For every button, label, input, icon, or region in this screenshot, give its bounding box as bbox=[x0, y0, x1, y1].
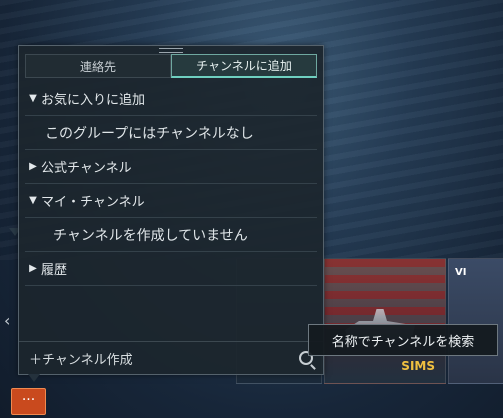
carousel-left-arrow-icon[interactable]: ‹ bbox=[4, 311, 10, 330]
tab-add-channel[interactable]: チャンネルに追加 bbox=[171, 54, 317, 78]
tab-contacts[interactable]: 連絡先 bbox=[25, 54, 171, 78]
group-official-channels[interactable]: ▶ 公式チャンネル bbox=[25, 150, 317, 184]
create-channel-button[interactable]: ＋チャンネル作成 bbox=[29, 349, 133, 368]
chat-button[interactable]: ··· bbox=[11, 388, 46, 415]
group-label: お気に入りに追加 bbox=[41, 93, 146, 108]
group-label: 公式チャンネル bbox=[41, 161, 132, 176]
drag-handle-icon[interactable] bbox=[159, 48, 183, 53]
chevron-down-icon: ▼ bbox=[29, 195, 37, 206]
panel-tabs: 連絡先 チャンネルに追加 bbox=[25, 54, 317, 78]
group-label: 履歴 bbox=[41, 263, 68, 278]
favorites-empty-message: このグループにはチャンネルなし bbox=[25, 116, 317, 150]
panel-footer: ＋チャンネル作成 bbox=[19, 341, 323, 374]
channel-list: ▼ お気に入りに追加 このグループにはチャンネルなし ▶ 公式チャンネル ▼ マ… bbox=[25, 82, 317, 286]
ship-card[interactable]: SIMS bbox=[324, 258, 446, 384]
chat-channel-panel: 連絡先 チャンネルに追加 ▼ お気に入りに追加 このグループにはチャンネルなし … bbox=[18, 45, 324, 375]
panel-pointer bbox=[28, 374, 40, 382]
chevron-down-icon: ▼ bbox=[29, 93, 37, 104]
chevron-right-icon: ▶ bbox=[29, 161, 37, 172]
my-channels-empty-message: チャンネルを作成していません bbox=[25, 218, 317, 252]
ship-card[interactable]: VI bbox=[448, 258, 503, 384]
group-my-channels[interactable]: ▼ マイ・チャンネル bbox=[25, 184, 317, 218]
tier-badge: VI bbox=[455, 267, 467, 278]
group-favorites[interactable]: ▼ お気に入りに追加 bbox=[25, 82, 317, 116]
group-label: マイ・チャンネル bbox=[41, 195, 145, 210]
group-history[interactable]: ▶ 履歴 bbox=[25, 252, 317, 286]
ship-name: SIMS bbox=[401, 359, 435, 373]
chevron-right-icon: ▶ bbox=[29, 263, 37, 274]
search-tooltip: 名称でチャンネルを検索 bbox=[308, 324, 498, 356]
